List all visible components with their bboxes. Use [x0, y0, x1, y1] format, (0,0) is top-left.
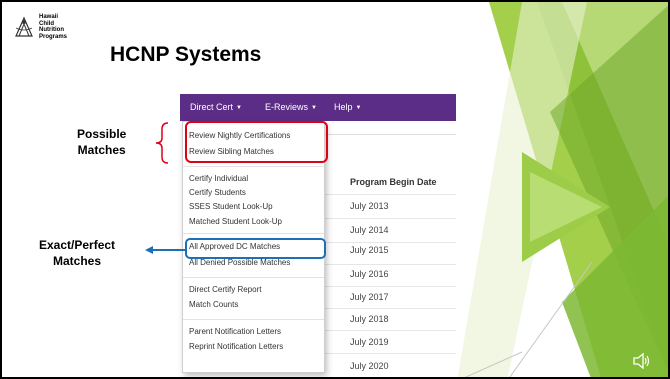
table-cell-date: July 2013	[350, 201, 389, 211]
table-row-divider	[323, 353, 456, 354]
exact-label-line: Exact/Perfect	[39, 238, 116, 252]
table-cell-date: July 2016	[350, 269, 389, 279]
possible-matches-highlight	[185, 121, 328, 163]
brace-icon	[155, 122, 169, 164]
presentation-slide: Hawaii Child Nutrition Programs HCNP Sys…	[0, 0, 670, 379]
menu-item-parent-notification-letters[interactable]: Parent Notification Letters	[189, 327, 281, 336]
table-row-divider	[323, 264, 456, 265]
logo-line: Programs	[39, 33, 68, 40]
column-header-program-begin-date: Program Begin Date	[350, 177, 437, 187]
possible-matches-label: Possible Matches	[77, 126, 126, 158]
divider	[323, 134, 456, 135]
exact-label-line: Matches	[53, 254, 102, 268]
menu-divider	[183, 233, 324, 234]
organization-logo-text: Hawaii Child Nutrition Programs	[39, 14, 67, 40]
menu-divider	[183, 319, 324, 320]
nav-direct-cert[interactable]: Direct Cert ▼	[190, 102, 242, 112]
table-row-divider	[323, 286, 456, 287]
possible-label-line: Possible	[77, 127, 127, 141]
caret-down-icon: ▼	[355, 105, 362, 111]
table-cell-date: July 2020	[350, 361, 389, 371]
nav-help-label: Help	[334, 102, 353, 112]
table-cell-date: July 2018	[350, 314, 389, 324]
menu-item-sses-student-look-up[interactable]: SSES Student Look-Up	[189, 202, 273, 211]
slide-title: HCNP Systems	[110, 43, 262, 66]
arrow-left-icon	[145, 246, 187, 254]
menu-divider	[183, 166, 324, 167]
exact-perfect-matches-label: Exact/Perfect Matches	[39, 237, 115, 269]
table-cell-date: July 2019	[350, 337, 389, 347]
table-cell-date: July 2014	[350, 225, 389, 235]
table-row-divider	[323, 242, 456, 243]
caret-down-icon: ▼	[236, 105, 242, 111]
menu-item-reprint-notification-letters[interactable]: Reprint Notification Letters	[189, 342, 283, 351]
nav-e-reviews[interactable]: E-Reviews ▼	[265, 102, 317, 112]
possible-label-line: Matches	[77, 143, 126, 157]
menu-item-certify-students[interactable]: Certify Students	[189, 188, 246, 197]
table-row-divider	[323, 194, 456, 195]
hawaii-logo-icon	[15, 16, 33, 37]
table-row-divider	[323, 308, 456, 309]
menu-item-certify-individual[interactable]: Certify Individual	[189, 174, 248, 183]
nav-direct-cert-label: Direct Cert	[190, 102, 234, 112]
table-cell-date: July 2017	[350, 292, 389, 302]
nav-help[interactable]: Help ▼	[334, 102, 361, 112]
speaker-icon[interactable]	[632, 352, 652, 370]
table-cell-date: July 2015	[350, 245, 389, 255]
nav-e-reviews-label: E-Reviews	[265, 102, 309, 112]
menu-item-match-counts[interactable]: Match Counts	[189, 300, 238, 309]
menu-item-all-denied-possible-matches[interactable]: All Denied Possible Matches	[189, 258, 290, 267]
table-row-divider	[323, 330, 456, 331]
logo-line: Nutrition	[39, 27, 64, 33]
caret-down-icon: ▼	[311, 105, 317, 111]
exact-matches-highlight	[185, 238, 326, 259]
menu-item-matched-student-look-up[interactable]: Matched Student Look-Up	[189, 217, 282, 226]
navbar: Direct Cert ▼ E-Reviews ▼ Help ▼	[180, 94, 456, 121]
menu-divider	[183, 277, 324, 278]
menu-item-direct-certify-report[interactable]: Direct Certify Report	[189, 285, 261, 294]
table-row-divider	[323, 218, 456, 219]
